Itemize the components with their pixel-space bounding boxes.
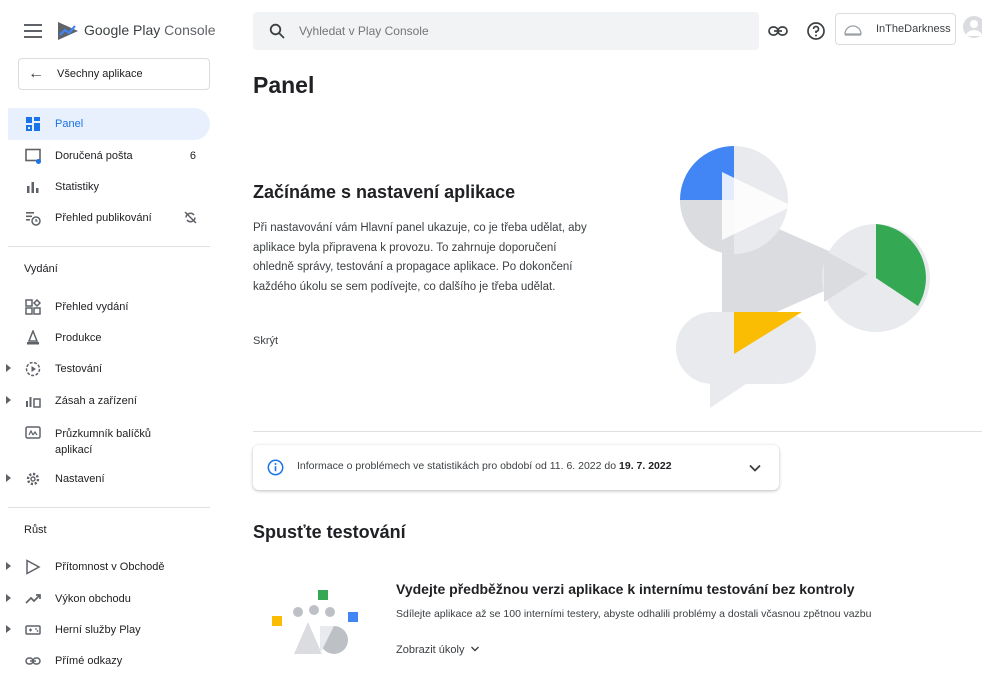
avatar[interactable] <box>963 16 982 38</box>
sidebar-item-panel[interactable]: Panel <box>8 108 210 140</box>
chevron-down-icon <box>471 646 480 652</box>
search-icon <box>269 23 285 39</box>
app-logo-text: Google Play Console <box>84 22 216 38</box>
sidebar: Google Play Console ← Všechny aplikace P… <box>0 0 222 683</box>
sidebar-item-settings[interactable]: Nastavení <box>6 463 210 495</box>
expand-caret-icon[interactable] <box>6 562 11 570</box>
account-name: InTheDarkness <box>876 23 951 35</box>
bar-chart-icon <box>27 182 39 193</box>
sidebar-item-label: Nastavení <box>55 473 105 485</box>
link-icon[interactable] <box>767 20 789 42</box>
sidebar-item-testing[interactable]: Testování <box>6 353 210 385</box>
setup-illustration <box>676 146 930 408</box>
statistics-issues-banner[interactable]: Informace o problémech ve statistikách p… <box>253 445 779 490</box>
link-icon <box>25 657 41 665</box>
expand-caret-icon[interactable] <box>6 364 11 372</box>
expand-caret-icon[interactable] <box>6 594 11 602</box>
sidebar-item-reach-devices[interactable]: Zásah a zařízení <box>6 385 210 417</box>
setup-description: Při nastavování vám Hlavní panel ukazuje… <box>253 222 587 293</box>
sidebar-item-label: Testování <box>55 363 103 375</box>
sidebar-item-label: Zásah a zařízení <box>55 395 137 407</box>
sidebar-item-label: Přítomnost v Obchodě <box>55 561 165 573</box>
trend-icon <box>25 594 41 604</box>
sidebar-item-publishing-overview[interactable]: Přehled publikování <box>8 202 210 234</box>
show-tasks-label: Zobrazit úkoly <box>396 644 465 656</box>
sidebar-item-play-games-services[interactable]: Herní služby Play <box>6 614 210 646</box>
sidebar-item-release-overview[interactable]: Přehled vydání <box>8 291 210 323</box>
sidebar-item-label: Výkon obchodu <box>55 593 131 605</box>
sidebar-item-statistics[interactable]: Statistiky <box>8 171 210 203</box>
expand-caret-icon[interactable] <box>6 474 11 482</box>
show-tasks-button[interactable]: Zobrazit úkoly <box>396 644 480 656</box>
info-icon <box>267 459 284 476</box>
sidebar-divider <box>8 507 210 508</box>
internal-testing-card-title: Vydejte předběžnou verzi aplikace k inte… <box>396 581 855 597</box>
sidebar-divider <box>8 246 210 247</box>
all-apps-label: Všechny aplikace <box>57 68 143 80</box>
gamepad-icon <box>25 625 41 635</box>
sidebar-item-label: Doručená pošta <box>55 150 133 162</box>
dashboard-icon <box>26 117 40 131</box>
sidebar-item-label: Průzkumník balíčků aplikací <box>55 428 151 456</box>
search-input[interactable] <box>299 21 719 41</box>
sidebar-item-store-performance[interactable]: Výkon obchodu <box>6 583 210 615</box>
developer-account-chip[interactable]: InTheDarkness <box>835 13 956 45</box>
section-divider <box>253 431 982 432</box>
hide-button[interactable]: Skrýt <box>253 335 278 347</box>
reach-devices-icon <box>26 397 41 408</box>
store-presence-icon <box>26 559 41 575</box>
expand-caret-icon[interactable] <box>6 625 11 633</box>
menu-icon[interactable] <box>24 24 42 38</box>
sidebar-item-label: Herní služby Play <box>55 624 141 636</box>
chevron-down-icon[interactable] <box>747 460 763 476</box>
section-header-growth: Růst <box>24 524 47 536</box>
internal-testing-illustration <box>272 590 358 654</box>
setup-title: Začínáme s nastavení aplikace <box>253 182 516 202</box>
page-title: Panel <box>253 72 315 98</box>
testing-icon <box>25 361 41 377</box>
all-apps-button[interactable]: ← Všechny aplikace <box>18 58 210 90</box>
publishing-overview-icon <box>26 212 41 226</box>
play-console-logo-icon <box>58 22 78 40</box>
sidebar-item-label: Produkce <box>55 332 102 344</box>
sidebar-item-store-presence[interactable]: Přítomnost v Obchodě <box>6 551 210 583</box>
banner-text: Informace o problémech ve statistikách p… <box>297 460 672 472</box>
section-header-release: Vydání <box>24 263 58 275</box>
expand-caret-icon[interactable] <box>6 396 11 404</box>
inbox-icon <box>25 148 41 164</box>
sidebar-item-label: Přehled vydání <box>55 301 129 313</box>
settings-gear-icon <box>26 472 40 486</box>
user-avatar-icon <box>966 20 982 36</box>
production-icon <box>27 330 39 345</box>
sync-off-icon <box>184 211 197 224</box>
sidebar-item-label: Panel <box>55 118 84 130</box>
app-placeholder-icon <box>844 25 862 36</box>
sidebar-item-production[interactable]: Produkce <box>8 322 210 354</box>
internal-testing-card-subtitle: Sdílejte aplikace až se 100 interními te… <box>396 608 872 620</box>
sidebar-item-label: Přímé odkazy <box>55 655 123 667</box>
help-icon[interactable] <box>805 20 827 42</box>
testing-section-title: Spusťte testování <box>253 522 406 542</box>
bundle-explorer-icon <box>25 426 41 439</box>
arrow-back-icon: ← <box>28 65 44 82</box>
release-overview-icon <box>25 299 41 315</box>
sidebar-item-bundle-explorer[interactable]: Průzkumník balíčků aplikací <box>8 416 210 460</box>
sidebar-item-inbox[interactable]: Doručená pošta 6 <box>8 140 210 172</box>
search-bar[interactable] <box>253 12 759 50</box>
inbox-count-badge: 6 <box>189 150 196 162</box>
sidebar-item-label: Statistiky <box>55 181 100 193</box>
sidebar-item-label: Přehled publikování <box>55 212 152 224</box>
sidebar-item-deep-links[interactable]: Přímé odkazy <box>8 645 210 677</box>
